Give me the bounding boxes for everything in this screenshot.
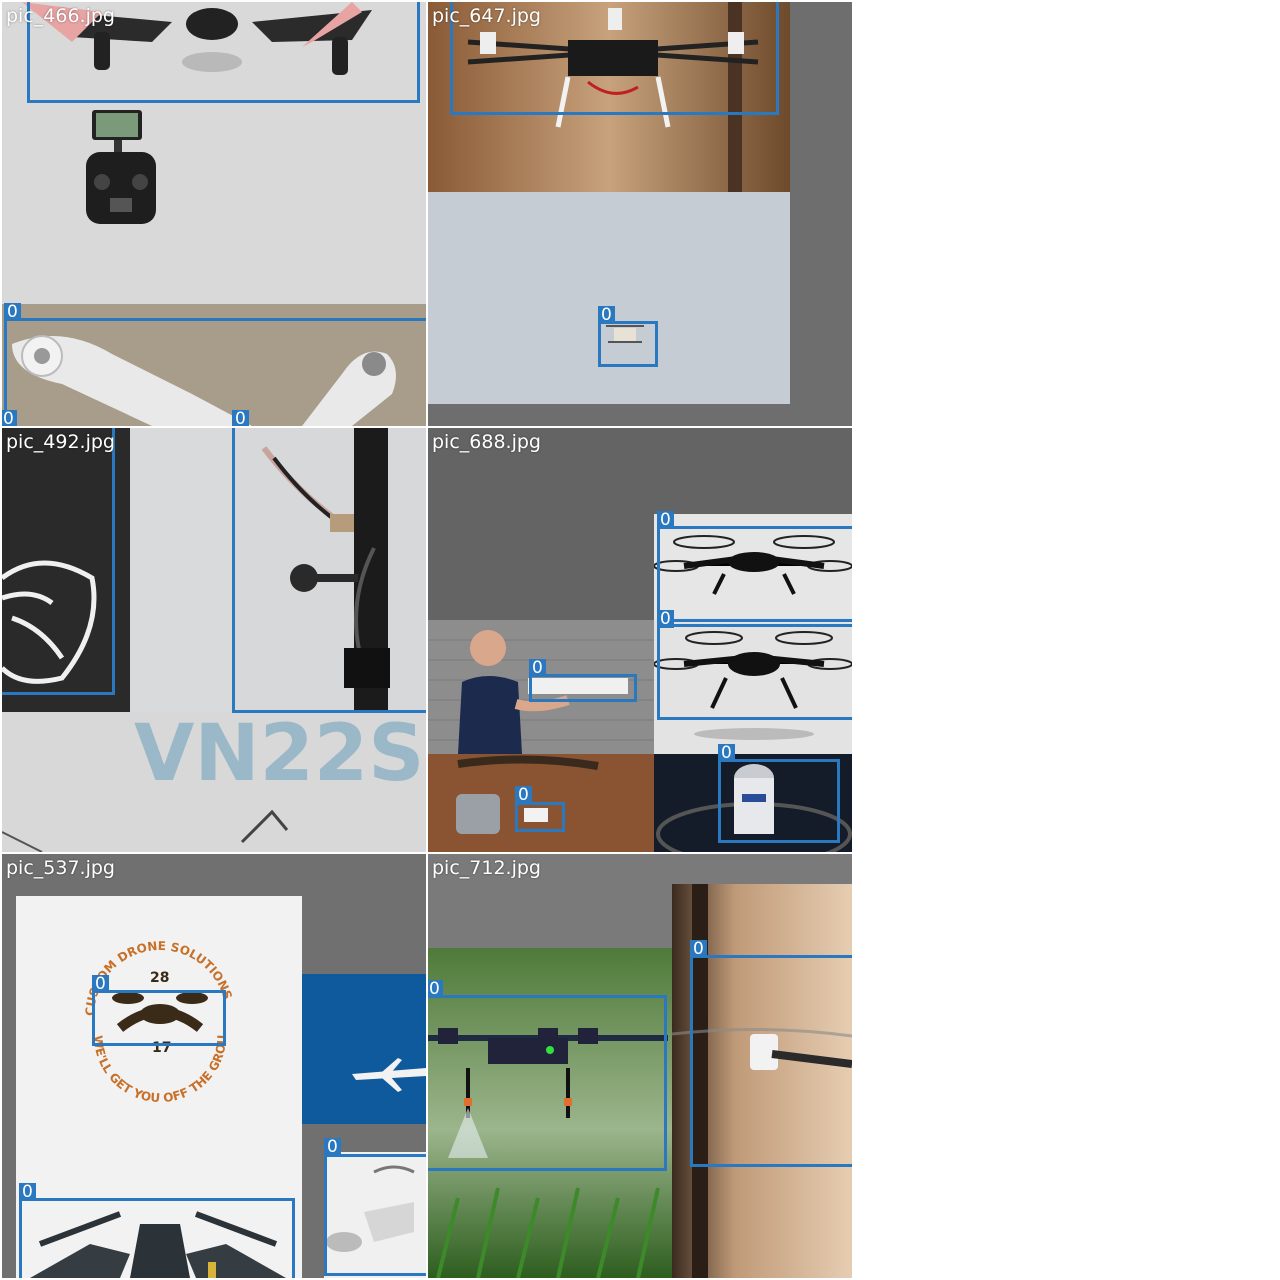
bbox-drone-frame: [232, 428, 426, 713]
bbox-sky-drone: [598, 321, 658, 367]
vn22sw-text: VN22SW: [134, 712, 426, 799]
class-label: 0: [19, 1183, 36, 1201]
class-label: 0: [2, 410, 17, 426]
tile-pic-647: 0 pic_647.jpg: [428, 2, 852, 426]
bbox-quad-bottom: [657, 624, 852, 720]
tile-filename: pic_647.jpg: [432, 5, 541, 27]
tile-pic-492: VN22SW pic_492.jpg: [2, 428, 426, 852]
class-label: 0: [4, 303, 21, 321]
class-label: 0: [324, 1138, 341, 1156]
bbox-quad-top: [657, 526, 852, 622]
class-label: 0: [232, 410, 249, 426]
class-label: 0: [690, 940, 707, 958]
class-label: 0: [92, 975, 109, 993]
logo-number-top: 28: [150, 970, 169, 986]
bbox-r2d2-drone: [718, 759, 840, 843]
photo-drone-in-sky: [428, 192, 790, 404]
class-label: 0: [515, 786, 532, 804]
photo-airplane-sky: [302, 974, 426, 1124]
bbox-logo-drone: [92, 990, 226, 1046]
tile-filename: pic_688.jpg: [432, 431, 541, 453]
class-label: 0: [657, 610, 674, 628]
tile-filename: pic_537.jpg: [6, 857, 115, 879]
bbox-propeller-guard: [2, 428, 115, 695]
tile-pic-466: 0 0 0 pic_466.jpg: [2, 2, 426, 426]
class-label: 0: [718, 744, 735, 762]
bbox-held-drone: [529, 674, 637, 702]
tile-filename: pic_492.jpg: [6, 431, 115, 453]
bbox-white-drone: [324, 1154, 426, 1276]
class-label: 0: [428, 980, 443, 998]
tile-pic-688: 0 0 0 0 0 pic_688.jpg: [428, 428, 852, 852]
bbox-folding-drone: [19, 1198, 295, 1278]
tile-filename: pic_712.jpg: [432, 857, 541, 879]
bbox-arm-left: [4, 318, 426, 426]
photo-vn22sw-box: VN22SW: [2, 712, 426, 852]
class-label: 0: [598, 306, 615, 324]
bbox-ground-drone: [515, 802, 565, 832]
bbox-spray-drone: [428, 995, 667, 1171]
bbox-motor-drone: [690, 955, 852, 1167]
tile-pic-537: CUSTOM DRONE SOLUTIONS WE'LL GET YOU OFF…: [2, 854, 426, 1278]
tile-pic-712: 0 0 pic_712.jpg: [428, 854, 852, 1278]
tile-filename: pic_466.jpg: [6, 5, 115, 27]
class-label: 0: [529, 659, 546, 677]
class-label: 0: [657, 511, 674, 529]
